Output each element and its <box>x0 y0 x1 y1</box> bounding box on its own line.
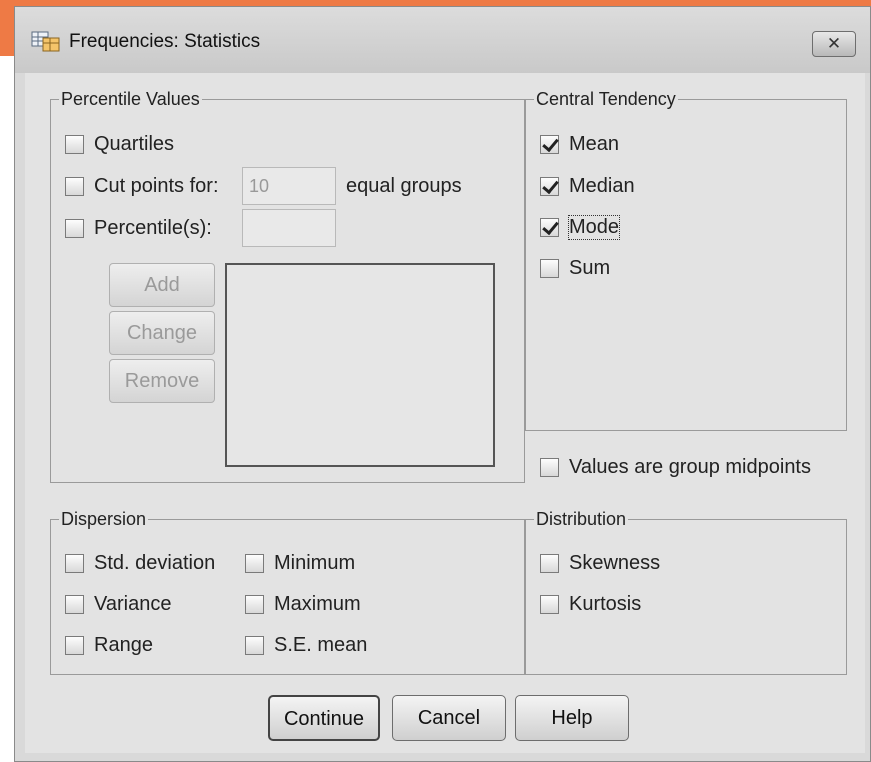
central-tendency-legend: Central Tendency <box>536 89 676 109</box>
percentiles-input[interactable] <box>242 209 336 247</box>
change-button[interactable]: Change <box>109 311 215 355</box>
std-deviation-checkbox[interactable] <box>65 553 84 573</box>
kurtosis-label: Kurtosis <box>569 592 642 615</box>
remove-button[interactable]: Remove <box>109 359 215 403</box>
se-mean-option[interactable]: S.E. mean <box>245 632 367 658</box>
group-midpoints-checkbox[interactable] <box>540 457 559 477</box>
maximum-option[interactable]: Maximum <box>245 591 361 617</box>
add-button[interactable]: Add <box>109 263 215 307</box>
close-icon: ✕ <box>826 34 842 53</box>
minimum-checkbox[interactable] <box>245 553 264 573</box>
percentiles-checkbox[interactable] <box>65 218 84 238</box>
skewness-option[interactable]: Skewness <box>540 550 660 576</box>
equal-groups-label: equal groups <box>346 174 462 197</box>
cut-points-input[interactable]: 10 <box>242 167 336 205</box>
kurtosis-checkbox[interactable] <box>540 594 559 614</box>
dispersion-legend: Dispersion <box>61 509 147 529</box>
quartiles-label: Quartiles <box>94 132 175 155</box>
cancel-button[interactable]: Cancel <box>392 695 506 741</box>
kurtosis-option[interactable]: Kurtosis <box>540 591 641 617</box>
median-checkbox[interactable] <box>540 176 559 196</box>
mode-label: Mode <box>567 214 621 240</box>
sum-option[interactable]: Sum <box>540 255 610 281</box>
minimum-label: Minimum <box>274 551 356 574</box>
sum-checkbox[interactable] <box>540 258 559 278</box>
median-option[interactable]: Median <box>540 173 635 199</box>
maximum-label: Maximum <box>274 592 361 615</box>
skewness-label: Skewness <box>569 551 661 574</box>
mode-checkbox[interactable] <box>540 217 559 237</box>
std-deviation-option[interactable]: Std. deviation <box>65 550 215 576</box>
percentiles-label: Percentile(s): <box>94 216 212 239</box>
help-button[interactable]: Help <box>515 695 629 741</box>
mean-label: Mean <box>569 132 620 155</box>
percentiles-listbox[interactable] <box>225 263 495 467</box>
se-mean-label: S.E. mean <box>274 633 368 656</box>
group-midpoints-option[interactable]: Values are group midpoints <box>540 454 811 480</box>
cut-points-label: Cut points for: <box>94 174 219 197</box>
maximum-checkbox[interactable] <box>245 594 264 614</box>
mean-checkbox[interactable] <box>540 134 559 154</box>
se-mean-checkbox[interactable] <box>245 635 264 655</box>
skewness-checkbox[interactable] <box>540 553 559 573</box>
percentiles-option[interactable]: Percentile(s): <box>65 215 212 241</box>
minimum-option[interactable]: Minimum <box>245 550 355 576</box>
variance-checkbox[interactable] <box>65 594 84 614</box>
frequencies-app-icon <box>31 31 60 52</box>
variance-option[interactable]: Variance <box>65 591 171 617</box>
distribution-legend: Distribution <box>536 509 627 529</box>
group-midpoints-label: Values are group midpoints <box>569 455 811 478</box>
mode-option[interactable]: Mode <box>540 214 621 240</box>
cut-points-option[interactable]: Cut points for: <box>65 173 219 199</box>
sum-label: Sum <box>569 256 611 279</box>
window-title: Frequencies: Statistics <box>69 31 261 52</box>
std-deviation-label: Std. deviation <box>94 551 216 574</box>
range-checkbox[interactable] <box>65 635 84 655</box>
median-label: Median <box>569 174 635 197</box>
range-option[interactable]: Range <box>65 632 153 658</box>
cut-points-checkbox[interactable] <box>65 176 84 196</box>
range-label: Range <box>94 633 153 656</box>
dialog-body: Percentile Values Quartiles Cut points f… <box>25 73 865 753</box>
continue-button[interactable]: Continue <box>268 695 380 741</box>
quartiles-option[interactable]: Quartiles <box>65 131 174 157</box>
close-button[interactable]: ✕ <box>812 31 856 57</box>
dialog-window: Frequencies: Statistics ✕ Percentile Val… <box>14 6 871 762</box>
title-bar: Frequencies: Statistics ✕ <box>15 7 870 73</box>
quartiles-checkbox[interactable] <box>65 134 84 154</box>
variance-label: Variance <box>94 592 172 615</box>
mean-option[interactable]: Mean <box>540 131 619 157</box>
percentile-values-legend: Percentile Values <box>61 89 200 109</box>
